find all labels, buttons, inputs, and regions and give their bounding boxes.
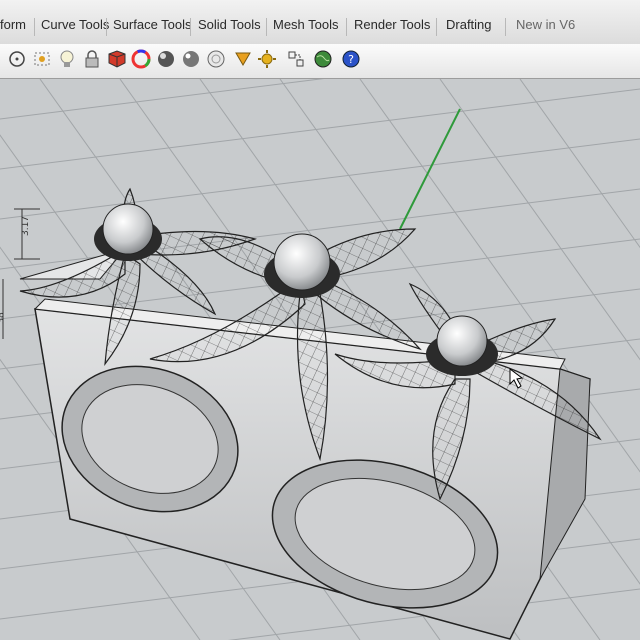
tab-transform[interactable]: form <box>0 17 26 32</box>
shaded-sphere-icon[interactable] <box>180 48 202 70</box>
layout-icon[interactable] <box>285 48 307 70</box>
lightbulb-icon[interactable] <box>56 48 78 70</box>
dimension-label: 38 <box>0 312 7 324</box>
ghosted-sphere-icon[interactable] <box>205 48 227 70</box>
render-sphere-icon[interactable] <box>155 48 177 70</box>
tab-divider <box>106 18 107 36</box>
dimension-label: 3.17 <box>21 215 32 237</box>
tab-divider <box>346 18 347 36</box>
circle-tool-icon[interactable] <box>6 48 28 70</box>
tab-curve-tools[interactable]: Curve Tools <box>41 17 109 32</box>
perspective-viewport[interactable]: 3.17 38 <box>0 79 640 640</box>
material-icon[interactable] <box>106 48 128 70</box>
tab-render-tools[interactable]: Render Tools <box>354 17 430 32</box>
tab-divider <box>266 18 267 36</box>
color-wheel-icon[interactable] <box>130 48 152 70</box>
layer-arrow-icon[interactable] <box>232 48 254 70</box>
tab-divider <box>190 18 191 36</box>
command-toolbar: ? <box>0 44 640 79</box>
tab-drafting[interactable]: Drafting <box>446 17 492 32</box>
tab-new-in-v6[interactable]: New in V6 <box>516 17 575 32</box>
tab-divider <box>34 18 35 36</box>
lock-icon[interactable] <box>81 48 103 70</box>
point-tool-icon[interactable] <box>31 48 53 70</box>
svg-text:?: ? <box>348 53 354 66</box>
gear-sun-icon[interactable] <box>256 48 278 70</box>
toolbar-tab-bar: form Curve Tools Surface Tools Solid Too… <box>0 0 640 45</box>
tab-divider <box>436 18 437 36</box>
help-icon[interactable]: ? <box>340 48 362 70</box>
y-axis-line <box>399 108 461 230</box>
tab-solid-tools[interactable]: Solid Tools <box>198 17 261 32</box>
viewport-canvas <box>0 79 640 640</box>
tab-surface-tools[interactable]: Surface Tools <box>113 17 192 32</box>
tab-divider <box>505 18 506 36</box>
globe-icon[interactable] <box>312 48 334 70</box>
tab-mesh-tools[interactable]: Mesh Tools <box>273 17 339 32</box>
